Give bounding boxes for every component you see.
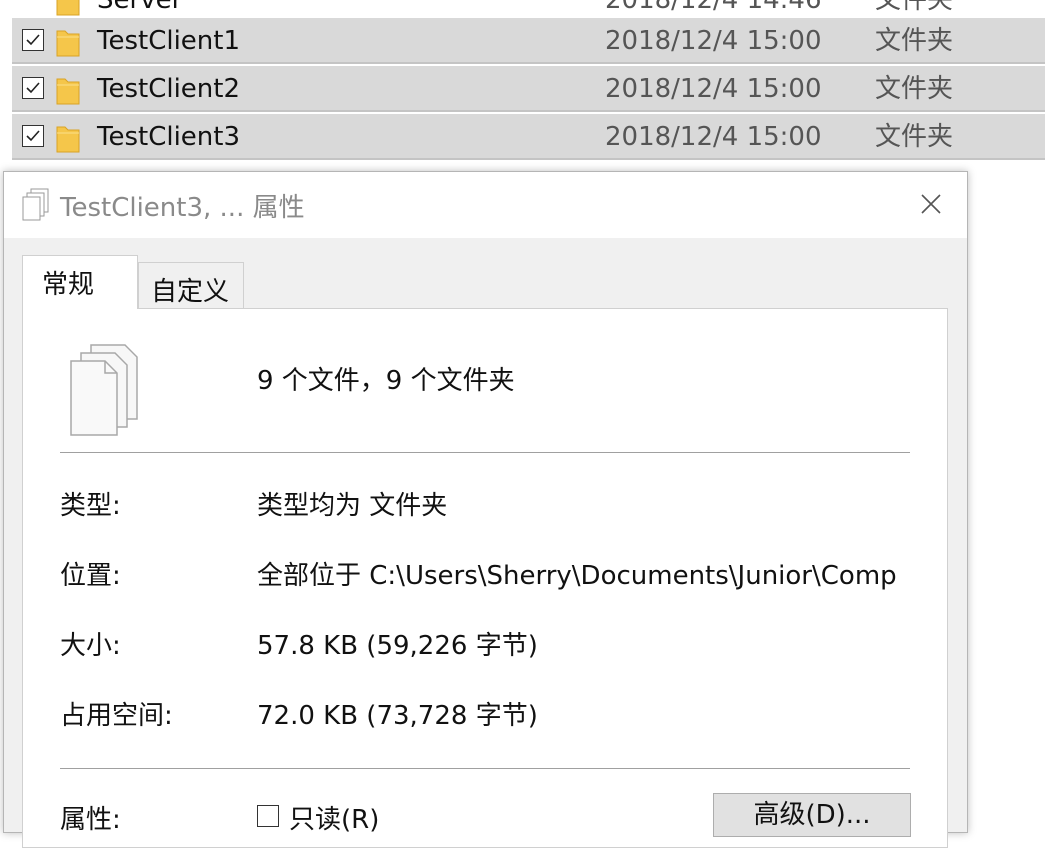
file-name: TestClient3	[97, 122, 241, 152]
checkbox-checked-icon[interactable]	[22, 77, 44, 99]
file-date: 2018/12/4 15:00	[605, 74, 822, 104]
file-name: TestClient2	[97, 74, 241, 104]
multiple-files-icon	[65, 343, 145, 443]
attributes-label: 属性:	[60, 805, 121, 835]
general-tab-panel: 9 个文件，9 个文件夹 类型: 类型均为 文件夹 位置: 全部位于 C:\Us…	[22, 308, 948, 848]
folder-icon	[56, 122, 80, 168]
location-value: 全部位于 C:\Users\Sherry\Documents\Junior\Co…	[257, 561, 897, 591]
dialog-titlebar[interactable]: TestClient3, ... 属性	[4, 172, 967, 238]
size-label: 大小:	[60, 631, 121, 661]
separator	[60, 768, 910, 769]
file-date: 2018/12/4 15:00	[605, 122, 822, 152]
file-type: 文件夹	[875, 74, 954, 104]
checkbox-checked-icon[interactable]	[22, 29, 44, 51]
file-row-testclient3[interactable]: TestClient3 2018/12/4 15:00 文件夹	[12, 114, 1045, 160]
file-row-testclient2[interactable]: TestClient2 2018/12/4 15:00 文件夹	[12, 66, 1045, 112]
readonly-checkbox[interactable]	[257, 805, 279, 827]
checkbox-checked-icon[interactable]	[22, 125, 44, 147]
readonly-label[interactable]: 只读(R)	[289, 799, 379, 836]
properties-dialog: TestClient3, ... 属性 常规 自定义 9 个文件，9 个文件夹 …	[3, 171, 968, 848]
type-value: 类型均为 文件夹	[257, 491, 448, 521]
file-row-testclient1[interactable]: TestClient1 2018/12/4 15:00 文件夹	[12, 18, 1045, 64]
file-name: TestClient1	[97, 26, 241, 56]
file-date: 2018/12/4 15:00	[605, 26, 822, 56]
file-list: Server 2018/12/4 14:46 文件夹 TestClient1 2…	[0, 0, 1045, 165]
file-type: 文件夹	[875, 122, 954, 152]
type-label: 类型:	[60, 491, 121, 521]
close-button[interactable]	[913, 186, 949, 222]
file-type: 文件夹	[875, 26, 954, 56]
dialog-title: TestClient3, ... 属性	[60, 193, 305, 223]
close-icon	[921, 194, 941, 214]
selection-summary: 9 个文件，9 个文件夹	[257, 366, 515, 396]
advanced-button[interactable]: 高级(D)...	[713, 793, 911, 837]
location-label: 位置:	[60, 561, 121, 591]
size-value: 57.8 KB (59,226 字节)	[257, 631, 538, 661]
size-on-disk-label: 占用空间:	[60, 701, 173, 731]
separator	[60, 452, 910, 453]
size-on-disk-value: 72.0 KB (73,728 字节)	[257, 701, 538, 731]
tab-general[interactable]: 常规	[22, 255, 138, 309]
tab-custom[interactable]: 自定义	[138, 262, 244, 309]
multiple-files-icon	[21, 188, 51, 226]
